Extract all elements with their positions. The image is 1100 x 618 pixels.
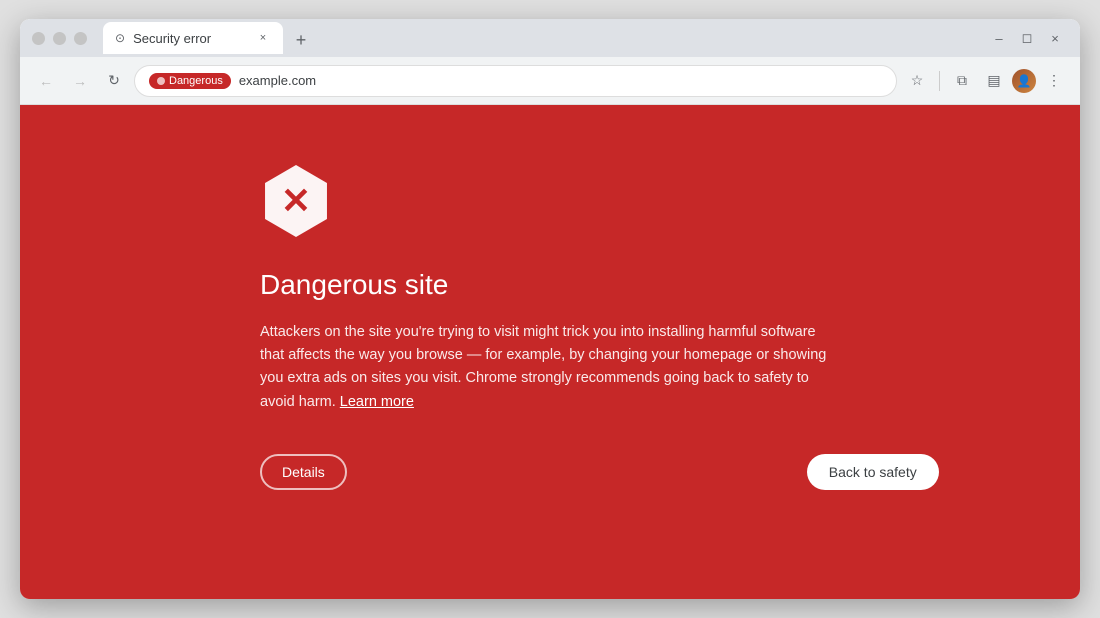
browser-window: ⊙ Security error × + – ◻ × ← → ↻ Dangero… bbox=[20, 19, 1080, 599]
tabs-area: ⊙ Security error × + bbox=[99, 22, 986, 54]
error-actions: Details Back to safety bbox=[260, 454, 840, 490]
error-body-text: Attackers on the site you're trying to v… bbox=[260, 321, 840, 414]
menu-button[interactable]: ⋮ bbox=[1040, 67, 1068, 95]
tab-title: Security error bbox=[133, 31, 247, 46]
new-tab-button[interactable]: + bbox=[287, 26, 315, 54]
forward-button[interactable]: → bbox=[66, 67, 94, 95]
window-btn-area: – ◻ × bbox=[986, 19, 1080, 57]
window-controls bbox=[20, 32, 99, 45]
error-x-icon: ✕ bbox=[281, 183, 311, 219]
title-bar: ⊙ Security error × + – ◻ × bbox=[20, 19, 1080, 57]
bookmark-button[interactable]: ☆ bbox=[903, 67, 931, 95]
window-minimize-icon[interactable]: – bbox=[986, 25, 1012, 51]
back-button[interactable]: ← bbox=[32, 67, 60, 95]
tab-close-button[interactable]: × bbox=[255, 30, 271, 46]
details-button[interactable]: Details bbox=[260, 454, 347, 490]
error-title: Dangerous site bbox=[260, 269, 448, 301]
sidebar-button[interactable]: ▤ bbox=[980, 67, 1008, 95]
tab-favicon: ⊙ bbox=[115, 31, 125, 45]
close-button[interactable] bbox=[74, 32, 87, 45]
dangerous-badge: Dangerous bbox=[149, 73, 231, 89]
window-maximize-icon[interactable]: ◻ bbox=[1014, 25, 1040, 51]
reload-button[interactable]: ↻ bbox=[100, 67, 128, 95]
danger-badge-icon bbox=[157, 77, 165, 85]
window-close-icon[interactable]: × bbox=[1042, 25, 1068, 51]
danger-badge-label: Dangerous bbox=[169, 75, 223, 87]
learn-more-link[interactable]: Learn more bbox=[340, 394, 414, 410]
maximize-button[interactable] bbox=[53, 32, 66, 45]
profile-avatar[interactable]: 👤 bbox=[1012, 69, 1036, 93]
url-text: example.com bbox=[239, 73, 882, 88]
toolbar-right: ☆ ⧉ ▤ 👤 ⋮ bbox=[903, 67, 1068, 95]
toolbar-divider bbox=[939, 71, 940, 91]
extensions-button[interactable]: ⧉ bbox=[948, 67, 976, 95]
toolbar: ← → ↻ Dangerous example.com ☆ ⧉ ▤ 👤 ⋮ bbox=[20, 57, 1080, 105]
address-bar[interactable]: Dangerous example.com bbox=[134, 65, 897, 97]
active-tab[interactable]: ⊙ Security error × bbox=[103, 22, 283, 54]
error-page: ✕ Dangerous site Attackers on the site y… bbox=[20, 105, 1080, 599]
minimize-button[interactable] bbox=[32, 32, 45, 45]
error-icon: ✕ bbox=[260, 165, 332, 237]
back-to-safety-button[interactable]: Back to safety bbox=[807, 454, 939, 490]
